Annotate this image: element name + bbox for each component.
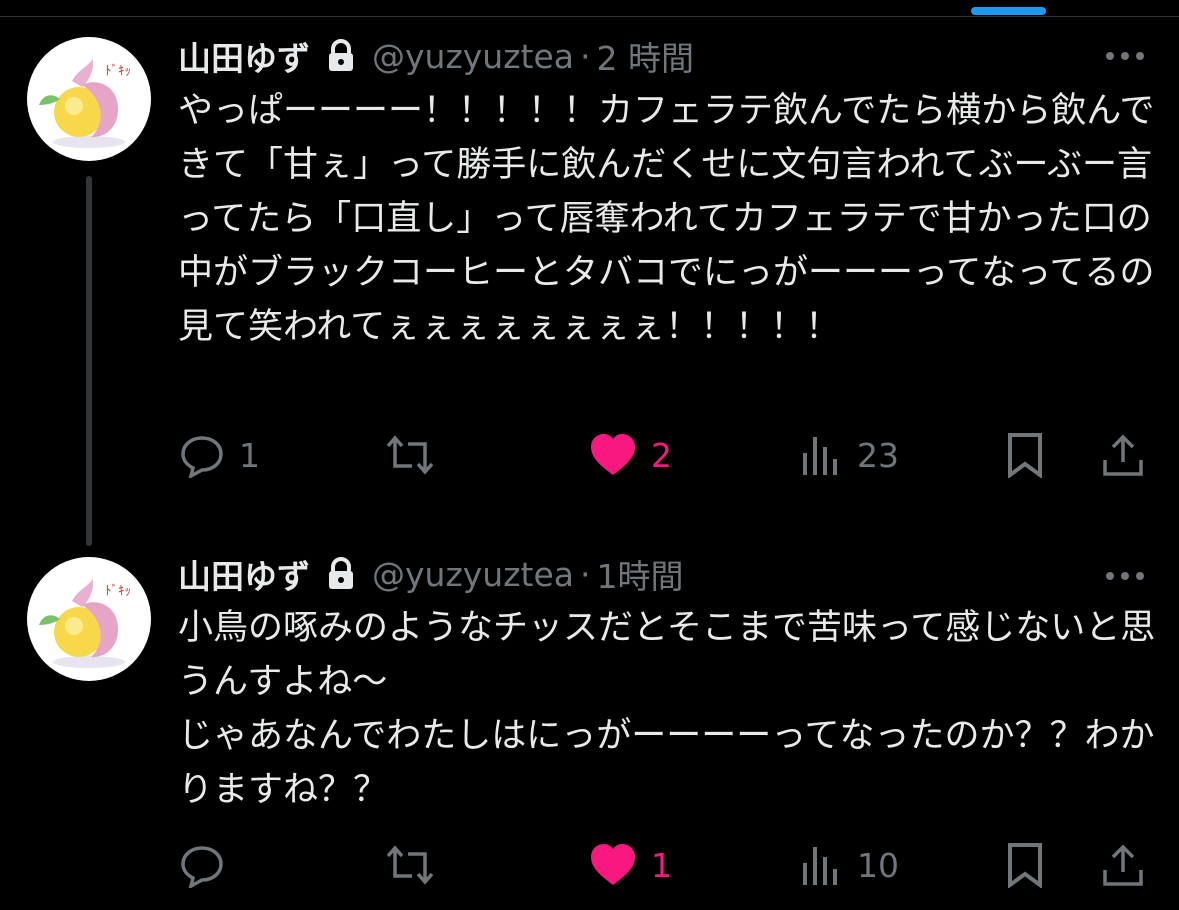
like-count: 2 xyxy=(651,435,672,475)
views-icon xyxy=(803,847,837,885)
views-button[interactable]: 10 xyxy=(801,840,899,890)
tweet-header: 山田ゆず @yuzyuztea · 1時間 xyxy=(178,550,684,598)
author-handle[interactable]: @yuzyuztea xyxy=(372,37,574,76)
thread-connector-line xyxy=(86,176,92,546)
lock-icon xyxy=(326,557,356,591)
heart-icon xyxy=(591,434,635,475)
timestamp[interactable]: 1時間 xyxy=(597,550,684,598)
share-icon xyxy=(1103,844,1143,886)
avatar[interactable]: ﾄﾞｷｯ xyxy=(27,557,151,681)
separator-dot: · xyxy=(580,554,591,594)
lock-icon xyxy=(326,39,356,73)
avatar-doodle-text: ﾄﾞｷｯ xyxy=(105,584,131,599)
tweet-actions: 1 10 xyxy=(0,840,1179,890)
bookmark-icon xyxy=(1008,843,1042,888)
more-icon[interactable] xyxy=(1103,568,1147,584)
tweet-text: やっぱーーーー！！！！！カフェラテ飲んでたら横から飲んできて「甘ぇ」って勝手に飲… xyxy=(178,91,1155,347)
tweet-text: 小鳥の啄みのようなチッスだとそこまで苦味って感じないと思うんすよね〜 じゃあなん… xyxy=(178,608,1156,810)
top-divider xyxy=(0,16,1179,17)
share-icon xyxy=(1103,434,1143,476)
bookmark-button[interactable] xyxy=(1005,430,1045,480)
scroll-indicator[interactable] xyxy=(971,7,1046,15)
author-name[interactable]: 山田ゆず xyxy=(178,550,310,598)
like-count: 1 xyxy=(651,845,672,885)
author-handle[interactable]: @yuzyuztea xyxy=(372,555,574,594)
lemon-avatar: ﾄﾞｷｯ xyxy=(39,579,131,668)
like-button[interactable]: 2 xyxy=(589,430,672,480)
like-button[interactable]: 1 xyxy=(589,840,672,890)
retweet-icon xyxy=(386,435,434,475)
tweet-actions: 1 2 23 xyxy=(0,430,1179,480)
retweet-icon xyxy=(386,845,434,885)
share-button[interactable] xyxy=(1101,430,1145,480)
reply-count: 1 xyxy=(239,435,260,475)
views-button[interactable]: 23 xyxy=(801,430,899,480)
bookmark-button[interactable] xyxy=(1005,840,1045,890)
more-icon[interactable] xyxy=(1103,48,1147,64)
share-button[interactable] xyxy=(1101,840,1145,890)
lemon-avatar: ﾄﾞｷｯ xyxy=(39,59,131,148)
author-name[interactable]: 山田ゆず xyxy=(178,32,310,80)
avatar-doodle-text: ﾄﾞｷｯ xyxy=(105,64,131,79)
avatar[interactable]: ﾄﾞｷｯ xyxy=(27,37,151,161)
bookmark-icon xyxy=(1008,433,1042,478)
reply-button[interactable]: 1 xyxy=(179,430,260,480)
retweet-button[interactable] xyxy=(384,840,450,890)
views-icon xyxy=(803,437,837,475)
reply-icon xyxy=(181,846,223,888)
reply-icon xyxy=(181,436,223,478)
tweet-header: 山田ゆず @yuzyuztea · 2 時間 xyxy=(178,32,695,80)
view-count: 10 xyxy=(857,845,899,885)
timestamp[interactable]: 2 時間 xyxy=(597,32,695,80)
separator-dot: · xyxy=(580,36,591,76)
retweet-button[interactable] xyxy=(384,430,450,480)
view-count: 23 xyxy=(857,435,899,475)
heart-icon xyxy=(591,844,635,885)
reply-button[interactable] xyxy=(179,840,239,890)
